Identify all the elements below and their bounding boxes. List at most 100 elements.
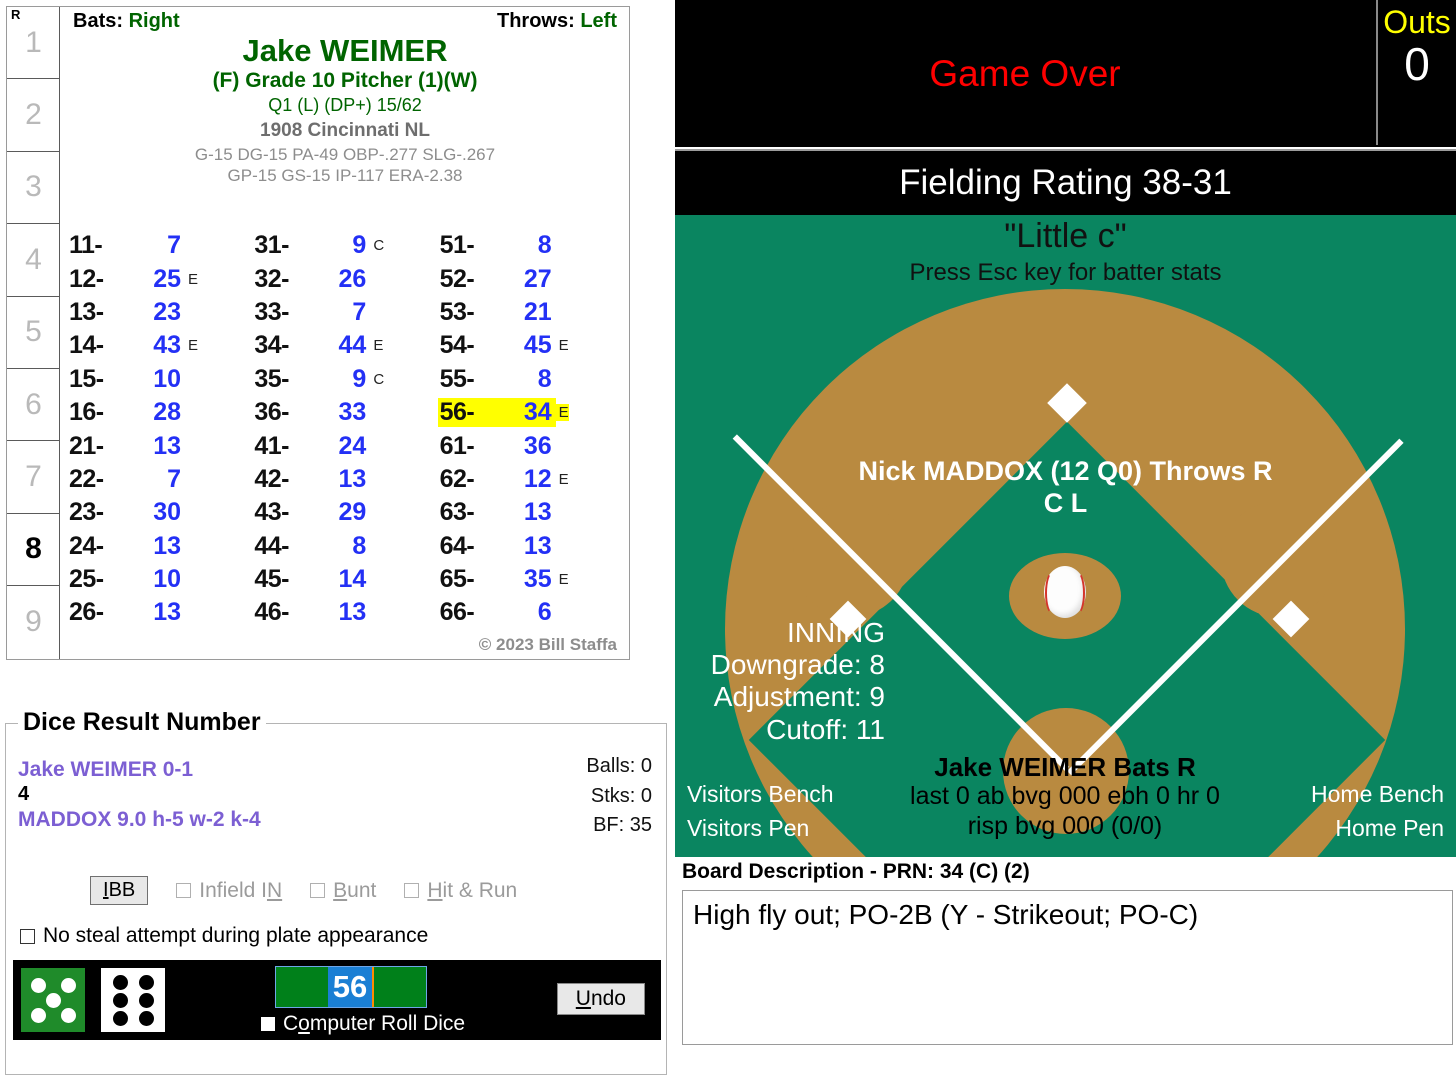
batters-faced-text: BF: 35: [593, 814, 652, 837]
roll-entry: 46- 13: [252, 596, 437, 629]
undo-button[interactable]: Undo: [556, 983, 645, 1015]
pitcher-card-body: Bats: Right Throws: Left Jake WEIMER (F)…: [61, 7, 629, 659]
roll-value: 36: [523, 431, 552, 460]
roll-entry: 51- 8: [438, 229, 623, 262]
roll-entry: 36- 33: [252, 396, 437, 429]
roll-key: 15-: [69, 364, 104, 393]
roll-value: 33: [338, 398, 367, 427]
strikes-text: Stks: 0: [590, 784, 652, 807]
green-die-pip-2: [60, 977, 76, 993]
inning-cell-2: 2: [7, 79, 60, 152]
inning-info-block: INNING Downgrade: 8 Adjustment: 9 Cutoff…: [685, 617, 885, 746]
roll-key: 26-: [69, 598, 104, 627]
inning-cell-6: 6: [7, 369, 60, 442]
computer-roll-dice-checkbox[interactable]: Computer Roll Dice: [261, 1012, 465, 1036]
roll-entry: 13- 23: [67, 296, 252, 329]
visitors-bench-link[interactable]: Visitors Bench: [687, 778, 834, 811]
roll-key: 35-: [254, 364, 289, 393]
white-die[interactable]: [101, 968, 165, 1032]
roll-key: 66-: [439, 598, 475, 627]
inning-heading: INNING: [787, 617, 885, 648]
roll-entry: 26- 13: [67, 596, 252, 629]
roll-entry-content: 51- 8: [438, 231, 556, 260]
roll-value: 9: [352, 364, 367, 393]
roll-value: 13: [153, 431, 181, 460]
roll-entry-content: 32- 26: [252, 265, 370, 294]
roll-entry-content: 34- 44: [252, 331, 370, 360]
player-name: Jake WEIMER: [242, 33, 448, 68]
player-quality: Q1 (L) (DP+) 15/62: [268, 94, 422, 115]
ballpark-name: "Little c": [1004, 217, 1127, 255]
roll-value: 21: [523, 297, 552, 326]
roll-key: 42-: [254, 464, 289, 493]
cutoff-text: Cutoff: 11: [766, 713, 885, 745]
roll-entry: 55- 8: [438, 363, 623, 396]
downgrade-text: Downgrade: 8: [710, 649, 885, 681]
no-steal-checkbox[interactable]: No steal attempt during plate appearance: [20, 924, 428, 948]
balls-text: Balls: 0: [586, 755, 652, 777]
computer-roll-dice-checkbox-box[interactable]: [261, 1017, 275, 1031]
roll-value: 7: [167, 464, 181, 493]
roll-entry: 14- 43 E: [67, 329, 252, 362]
inning-column: R 123456789: [7, 7, 60, 659]
roll-key: 54-: [439, 331, 475, 360]
batter-stat-line-2: risp bvg 000 (0/0): [967, 811, 1163, 840]
roll-entry: 12- 25 E: [67, 262, 252, 295]
green-die[interactable]: [21, 968, 85, 1032]
roll-key: 13-: [69, 297, 104, 326]
roll-entry-content: 41- 24: [252, 432, 370, 461]
right-panel: Game Over Outs 0 Fielding Rating 38-31 "…: [675, 0, 1456, 1081]
fielding-rating-bar: Fielding Rating 38-31: [675, 149, 1456, 215]
no-steal-label: No steal attempt during plate appearance: [43, 924, 429, 947]
inning-cell-1: 1: [7, 7, 60, 80]
white-die-pip-2: [138, 974, 154, 990]
roll-value: 28: [153, 398, 181, 427]
roll-entry: 65- 35 E: [438, 563, 623, 596]
white-die-pip-1: [112, 974, 128, 990]
hit-and-run-checkbox-box[interactable]: [404, 883, 420, 898]
roll-key: 31-: [254, 231, 289, 260]
baseball-field-diagram[interactable]: "Little c" Press Esc key for batter stat…: [675, 215, 1456, 857]
roll-value: 34: [523, 398, 552, 427]
roll-entry-content: 45- 14: [252, 565, 370, 594]
home-bench-link[interactable]: Home Bench: [1311, 778, 1444, 811]
roll-value: 13: [153, 598, 181, 627]
roll-entry: 16- 28: [67, 396, 252, 429]
inning-cell-5: 5: [7, 297, 60, 369]
hit-and-run-label: Hit & Run: [427, 878, 518, 902]
outs-box: Outs 0: [1376, 0, 1456, 145]
roll-entry-content: 61- 36: [438, 432, 556, 461]
roll-entry-content: 25- 10: [67, 565, 185, 594]
roll-key: 11-: [69, 231, 103, 260]
roll-value: 13: [338, 598, 367, 627]
roll-key: 46-: [254, 598, 289, 627]
roll-entry-content: 33- 7: [252, 298, 370, 327]
infield-in-checkbox[interactable]: Infield IN: [176, 879, 282, 903]
roll-value-input[interactable]: 56: [275, 966, 427, 1008]
roll-entry-content: 35- 9: [252, 365, 370, 394]
roll-flag: E: [188, 270, 199, 288]
roll-entry-content: 44- 8: [252, 532, 370, 561]
dice-result-group: Dice Result Number Jake WEIMER 0-1 4 MAD…: [5, 708, 667, 1075]
play-options-row: IBB Infield IN Bunt Hit & Run: [90, 876, 517, 905]
dice-group-legend: Dice Result Number: [18, 708, 266, 737]
visitors-pen-link[interactable]: Visitors Pen: [687, 812, 834, 845]
roll-key: 33-: [254, 297, 289, 326]
no-steal-checkbox-box[interactable]: [20, 928, 35, 944]
pitcher-label-line-2: C L: [1043, 488, 1088, 519]
outs-value: 0: [1404, 38, 1430, 90]
hit-and-run-checkbox[interactable]: Hit & Run: [404, 879, 517, 903]
batter-name: Jake WEIMER Bats R: [934, 752, 1196, 782]
roll-value: 8: [537, 364, 552, 393]
roll-value: 35: [523, 565, 552, 594]
board-description-text: High fly out; PO-2B (Y - Strikeout; PO-C…: [682, 890, 1453, 1045]
infield-in-checkbox-box[interactable]: [176, 883, 192, 898]
computer-roll-dice-label: Computer Roll Dice: [283, 1012, 466, 1035]
player-stat-line-2: GP-15 GS-15 IP-117 ERA-2.38: [227, 166, 463, 186]
bunt-checkbox-box[interactable]: [310, 883, 326, 898]
home-pen-link[interactable]: Home Pen: [1311, 812, 1444, 845]
ibb-button[interactable]: IBB: [90, 876, 149, 905]
roll-value: 8: [537, 231, 552, 260]
bunt-checkbox[interactable]: Bunt: [310, 879, 376, 903]
roll-entry-content: 12- 25: [67, 265, 185, 294]
